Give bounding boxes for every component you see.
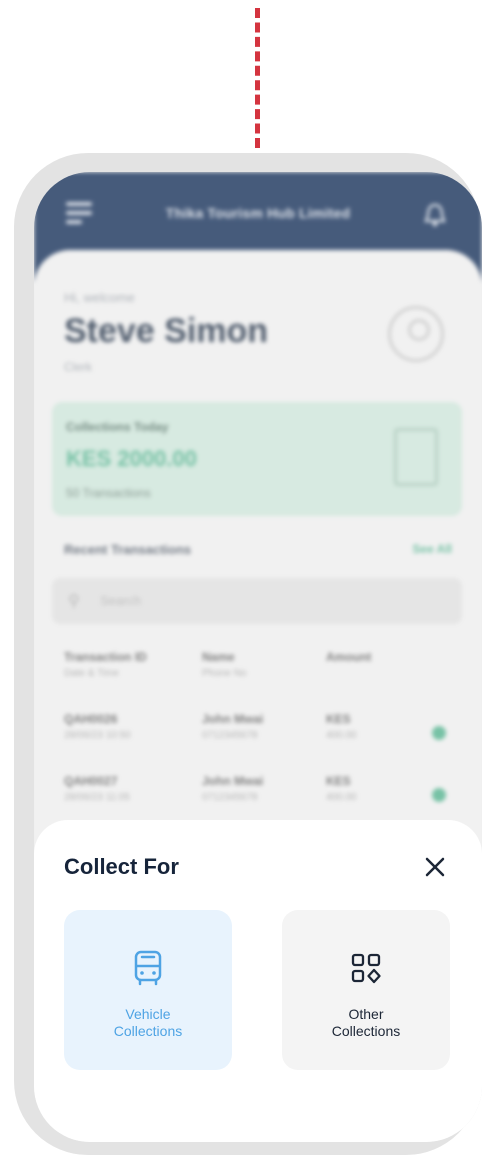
collect-for-sheet: Collect For Vehicle Collections Other Co…	[34, 820, 482, 1142]
close-icon[interactable]	[418, 850, 452, 884]
sheet-title: Collect For	[64, 854, 179, 879]
bus-icon	[134, 950, 162, 986]
vehicle-collections-button[interactable]: Vehicle Collections	[64, 910, 232, 1070]
vehicle-label-line2: Collections	[113, 1023, 183, 1039]
other-collections-label: Other Collections	[292, 1006, 440, 1040]
other-label-line1: Other	[348, 1006, 384, 1022]
vehicle-label-line1: Vehicle	[125, 1006, 171, 1022]
vehicle-collections-label: Vehicle Collections	[74, 1006, 222, 1040]
other-collections-button[interactable]: Other Collections	[282, 910, 450, 1070]
annotation-dashed-line	[255, 8, 260, 148]
other-label-line2: Collections	[331, 1023, 401, 1039]
grid-icon	[351, 953, 381, 984]
phone-screen: Thika Tourism Hub Limited Hi, welcome St…	[34, 172, 482, 1142]
